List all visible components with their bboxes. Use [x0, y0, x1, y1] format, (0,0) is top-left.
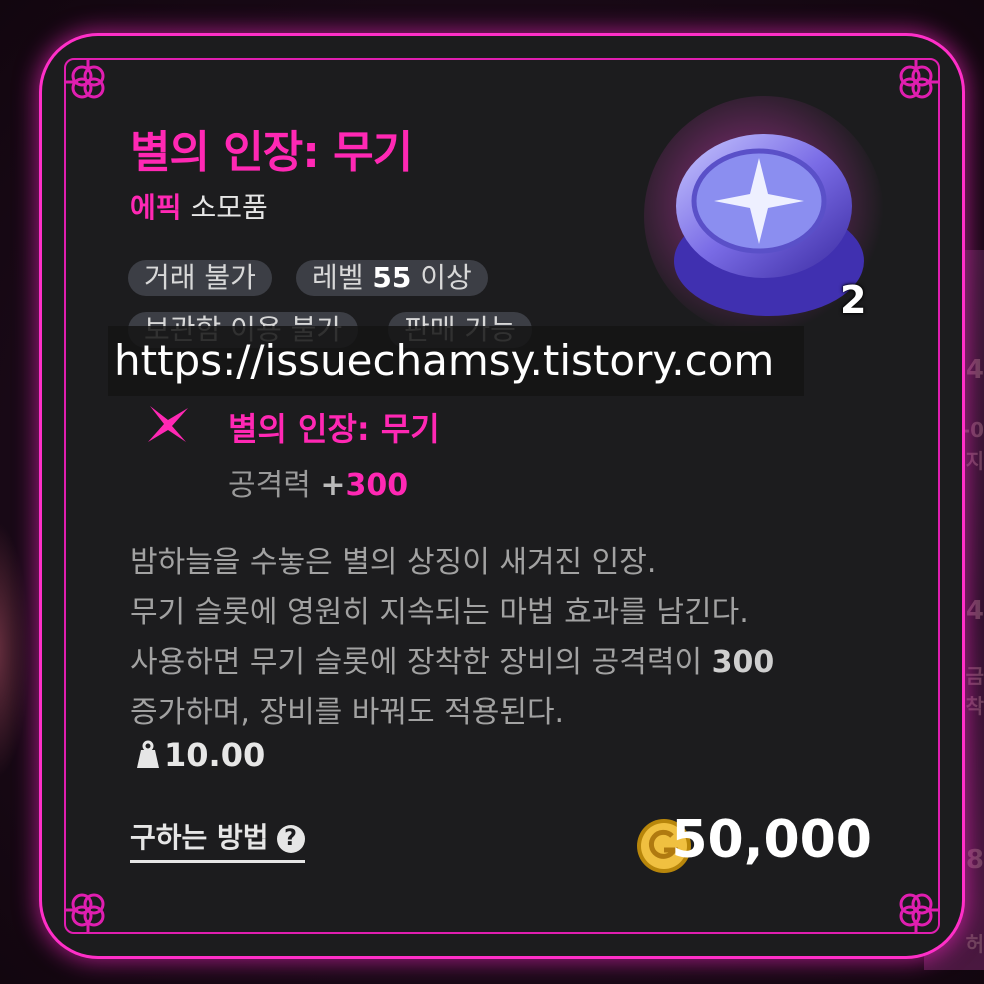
tag-level-value: 55	[372, 261, 412, 294]
price-value: 50,000	[671, 810, 872, 870]
background-text-fragment: -0	[961, 418, 984, 442]
effect-stat: 공격력 +300	[228, 460, 408, 504]
description-line: 밤하늘을 수놓은 별의 상징이 새겨진 인장.	[130, 545, 657, 580]
item-description: 밤하늘을 수놓은 별의 상징이 새겨진 인장. 무기 슬롯에 영원히 지속되는 …	[130, 538, 890, 738]
description-line: 증가하며, 장비를 바꿔도 적용된다.	[130, 695, 565, 730]
how-to-obtain-link[interactable]: 구하는 방법?	[130, 816, 305, 863]
background-text-fragment: 4	[965, 596, 984, 626]
item-rarity: 에픽	[130, 191, 182, 224]
help-icon[interactable]: ?	[276, 825, 305, 853]
item-category: 소모품	[190, 191, 268, 224]
celtic-knot-icon	[62, 880, 118, 936]
star-sparkle-icon	[142, 398, 192, 448]
description-line: 무기 슬롯에 영원히 지속되는 마법 효과를 남긴다.	[130, 595, 749, 630]
stack-count: 2	[840, 278, 867, 322]
effect-name: 별의 인장: 무기	[228, 410, 440, 448]
item-type-line: 에픽 소모품	[130, 186, 268, 226]
background-text-fragment: 4	[965, 355, 984, 385]
tag-untradeable: 거래 불가	[128, 260, 272, 296]
celtic-knot-icon	[886, 880, 942, 936]
background-text-fragment: 착	[965, 694, 984, 718]
tag-level-prefix: 레벨	[312, 261, 373, 294]
description-line: 사용하면 무기 슬롯에 장착한 장비의 공격력이 300	[130, 638, 890, 688]
description-text: 사용하면 무기 슬롯에 장착한 장비의 공격력이	[130, 645, 712, 680]
item-weight: 10.00	[136, 736, 265, 774]
celtic-knot-icon	[886, 56, 942, 112]
effect-stat-value: 300	[345, 468, 409, 503]
tag-level-suffix: 이상	[411, 261, 472, 294]
background-character-blur	[0, 520, 30, 780]
weight-value: 10.00	[164, 736, 266, 774]
tag-level-requirement: 레벨 55 이상	[296, 260, 488, 296]
item-tooltip-card: 별의 인장: 무기 에픽 소모품 거래 불가 레벨 55 이상 보관함 이용 불…	[42, 36, 962, 956]
description-number: 300	[711, 645, 775, 680]
background-text-fragment: 지	[965, 449, 984, 473]
item-title: 별의 인장: 무기	[130, 127, 413, 178]
effect-stat-label: 공격력	[228, 468, 311, 503]
background-text-fragment: 허	[965, 932, 984, 956]
watermark-url: https://issuechamsy.tistory.com	[108, 326, 804, 396]
celtic-knot-icon	[62, 56, 118, 112]
how-to-obtain-label: 구하는 방법	[130, 821, 269, 854]
background-text-fragment: 8	[965, 845, 984, 875]
weight-icon	[136, 740, 160, 770]
background-text-fragment: 금	[965, 664, 984, 688]
effect-stat-plus: +	[320, 468, 346, 503]
